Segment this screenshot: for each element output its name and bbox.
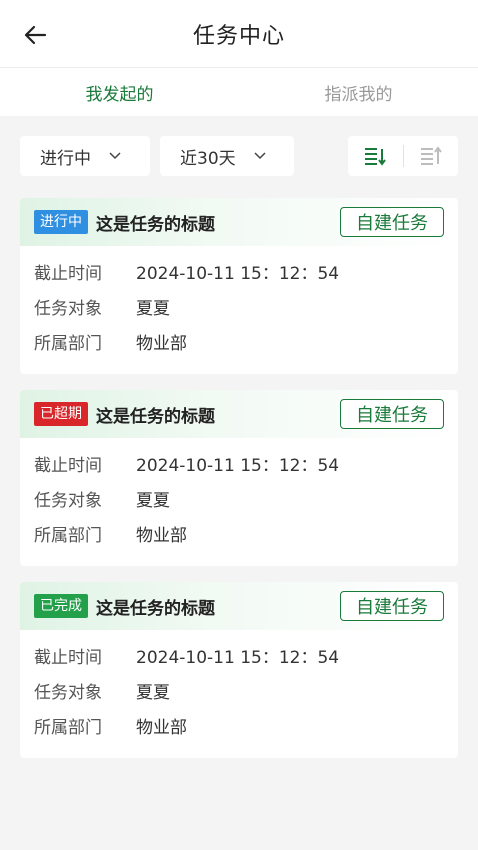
- deadline-row: 截止时间 2024-10-11 15：12：54: [34, 446, 444, 481]
- target-label: 任务对象: [34, 491, 102, 511]
- task-card[interactable]: 进行中 这是任务的标题 自建任务 截止时间 2024-10-11 15：12：5…: [20, 198, 458, 374]
- target-row: 任务对象 夏夏: [34, 673, 444, 708]
- department-label: 所属部门: [34, 334, 102, 354]
- sort-ascending-button[interactable]: [404, 136, 459, 176]
- top-bar: 任务中心: [0, 0, 478, 68]
- task-list: 进行中 这是任务的标题 自建任务 截止时间 2024-10-11 15：12：5…: [0, 198, 478, 758]
- target-value: 夏夏: [136, 491, 170, 511]
- deadline-row: 截止时间 2024-10-11 15：12：54: [34, 254, 444, 289]
- department-row: 所属部门 物业部: [34, 324, 444, 359]
- task-card-header: 已超期 这是任务的标题 自建任务: [20, 390, 458, 438]
- chevron-down-icon: [109, 152, 121, 160]
- status-filter-value: 进行中: [40, 148, 91, 169]
- self-created-task-button[interactable]: 自建任务: [340, 207, 444, 237]
- status-badge: 已完成: [34, 594, 88, 618]
- deadline-value: 2024-10-11 15：12：54: [136, 264, 340, 284]
- target-row: 任务对象 夏夏: [34, 481, 444, 516]
- department-value: 物业部: [136, 718, 187, 738]
- deadline-value: 2024-10-11 15：12：54: [136, 648, 340, 668]
- deadline-label: 截止时间: [34, 648, 102, 668]
- filter-bar: 进行中 近30天: [0, 136, 478, 176]
- task-card-header: 进行中 这是任务的标题 自建任务: [20, 198, 458, 246]
- target-value: 夏夏: [136, 683, 170, 703]
- task-title: 这是任务的标题: [96, 214, 215, 235]
- self-created-task-button[interactable]: 自建任务: [340, 399, 444, 429]
- target-label: 任务对象: [34, 299, 102, 319]
- status-badge: 进行中: [34, 210, 88, 234]
- deadline-row: 截止时间 2024-10-11 15：12：54: [34, 638, 444, 673]
- department-value: 物业部: [136, 334, 187, 354]
- sort-ascending-icon: [420, 146, 442, 165]
- target-row: 任务对象 夏夏: [34, 289, 444, 324]
- task-card-header: 已完成 这是任务的标题 自建任务: [20, 582, 458, 630]
- chevron-down-icon: [254, 152, 266, 160]
- task-title: 这是任务的标题: [96, 406, 215, 427]
- tab-bar: 我发起的 指派我的: [0, 68, 478, 116]
- sort-descending-button[interactable]: [348, 136, 403, 176]
- department-value: 物业部: [136, 526, 187, 546]
- status-badge: 已超期: [34, 402, 88, 426]
- page-title: 任务中心: [192, 24, 285, 49]
- task-card[interactable]: 已完成 这是任务的标题 自建任务 截止时间 2024-10-11 15：12：5…: [20, 582, 458, 758]
- department-row: 所属部门 物业部: [34, 516, 444, 551]
- task-card[interactable]: 已超期 这是任务的标题 自建任务 截止时间 2024-10-11 15：12：5…: [20, 390, 458, 566]
- deadline-value: 2024-10-11 15：12：54: [136, 456, 340, 476]
- department-label: 所属部门: [34, 526, 102, 546]
- tab-initiated[interactable]: 我发起的: [0, 68, 239, 116]
- target-label: 任务对象: [34, 683, 102, 703]
- deadline-label: 截止时间: [34, 456, 102, 476]
- department-label: 所属部门: [34, 718, 102, 738]
- range-filter-value: 近30天: [180, 148, 236, 169]
- sort-descending-icon: [365, 148, 387, 166]
- status-filter-dropdown[interactable]: 进行中: [20, 136, 150, 176]
- task-title: 这是任务的标题: [96, 598, 215, 619]
- target-value: 夏夏: [136, 299, 170, 319]
- deadline-label: 截止时间: [34, 264, 102, 284]
- range-filter-dropdown[interactable]: 近30天: [160, 136, 294, 176]
- department-row: 所属部门 物业部: [34, 708, 444, 743]
- self-created-task-button[interactable]: 自建任务: [340, 591, 444, 621]
- sort-toggle: [348, 136, 458, 176]
- tab-assigned[interactable]: 指派我的: [239, 68, 478, 116]
